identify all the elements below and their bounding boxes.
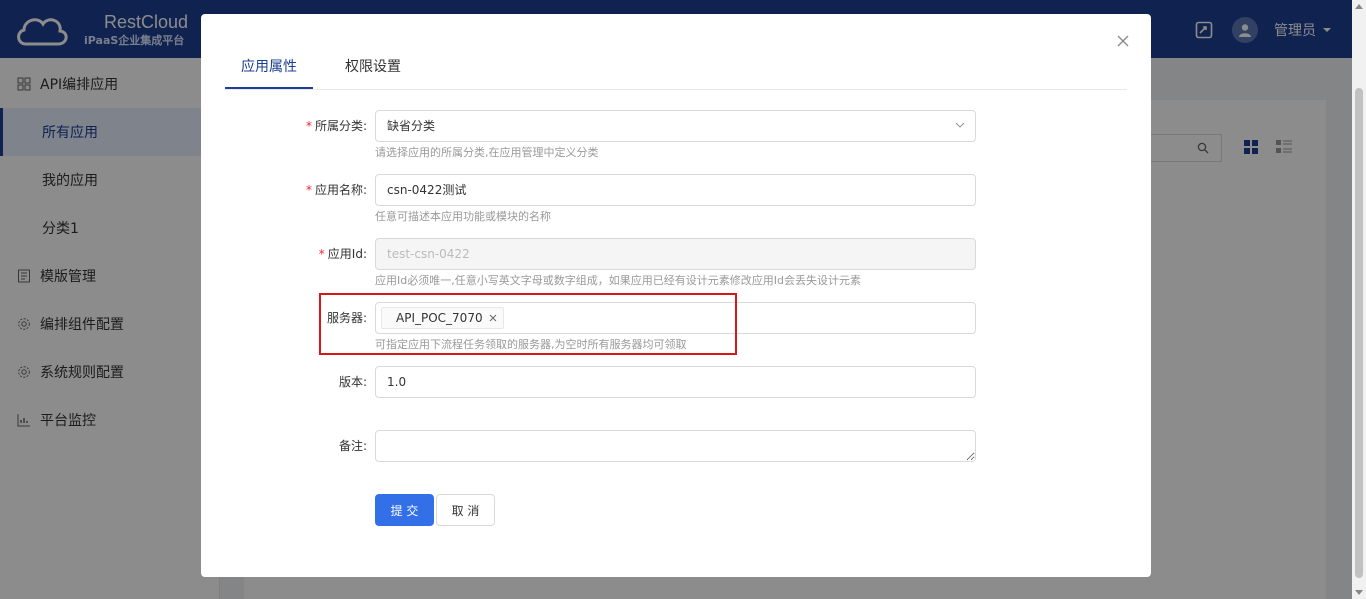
remark-textarea[interactable]: [375, 430, 976, 462]
submit-button[interactable]: 提 交: [375, 494, 434, 526]
version-input[interactable]: 1.0: [375, 366, 976, 398]
scroll-up-icon[interactable]: [1355, 4, 1363, 9]
scroll-thumb[interactable]: [1355, 88, 1363, 578]
category-label: * 所属分类:: [305, 119, 367, 133]
app-name-help: 任意可描述本应用功能或模块的名称: [375, 210, 551, 223]
category-select[interactable]: 缺省分类: [375, 110, 976, 142]
modal-tabs: 应用属性 权限设置: [225, 44, 1127, 90]
page-scrollbar[interactable]: [1352, 0, 1366, 599]
remark-label: 备注:: [338, 439, 367, 453]
app-name-input[interactable]: csn-0422测试: [375, 174, 976, 206]
version-label: 版本:: [338, 375, 367, 389]
required-mark: *: [305, 119, 312, 133]
app-name-label: * 应用名称:: [305, 183, 367, 197]
required-mark: *: [305, 183, 312, 197]
category-help: 请选择应用的所属分类,在应用管理中定义分类: [375, 146, 599, 159]
highlight-box: [319, 293, 737, 355]
chevron-down-icon: [955, 122, 965, 128]
required-mark: *: [318, 247, 325, 261]
cancel-button[interactable]: 取 消: [436, 494, 495, 526]
scroll-down-icon[interactable]: [1355, 590, 1363, 595]
category-value: 缺省分类: [387, 119, 436, 133]
tab-permissions[interactable]: 权限设置: [329, 44, 417, 89]
app-id-help: 应用Id必须唯一,任意小写英文字母或数字组成，如果应用已经有设计元素修改应用Id…: [375, 274, 861, 287]
tab-app-properties[interactable]: 应用属性: [225, 44, 313, 89]
app-id-input: test-csn-0422: [375, 238, 976, 270]
app-id-label: * 应用Id:: [318, 247, 367, 261]
